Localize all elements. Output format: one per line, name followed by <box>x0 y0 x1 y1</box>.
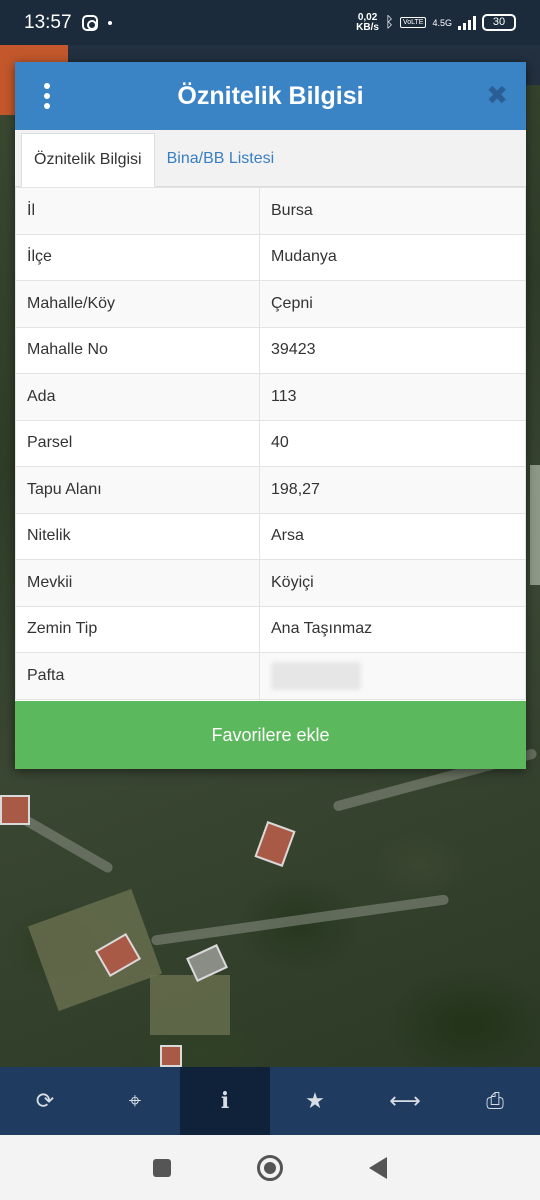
table-row: İl Bursa <box>15 187 526 235</box>
toolbar-print-button[interactable]: ⎙ <box>450 1067 540 1135</box>
dialog-title: Öznitelik Bilgisi <box>177 81 364 110</box>
toolbar-info-button[interactable]: i <box>180 1067 270 1135</box>
crosshair-icon: ⌖ <box>128 1088 142 1114</box>
attribute-value: 39423 <box>259 326 526 374</box>
status-bar: 13:57 0,02 KB/s ᛒ VoLTE 4.5G 30 <box>0 0 540 45</box>
attribute-key: Pafta <box>15 652 260 700</box>
tab-bar: Öznitelik Bilgisi Bina/BB Listesi <box>15 130 526 187</box>
attribute-value <box>259 652 526 700</box>
dialog-header: Öznitelik Bilgisi ✖ <box>15 62 526 130</box>
attribute-key: İlçe <box>15 233 260 281</box>
tab-building-list[interactable]: Bina/BB Listesi <box>155 132 287 186</box>
attribute-key: Mahalle/Köy <box>15 280 260 328</box>
table-row: Parsel 40 <box>15 419 526 467</box>
more-options-icon[interactable] <box>43 83 51 109</box>
attribute-key: Ada <box>15 373 260 421</box>
attribute-key: Tapu Alanı <box>15 466 260 514</box>
attribute-key: Zemin Tip <box>15 605 260 653</box>
attribute-dialog: Öznitelik Bilgisi ✖ Öznitelik Bilgisi Bi… <box>15 62 526 769</box>
status-time: 13:57 <box>24 11 72 33</box>
notification-dot-icon <box>107 20 112 25</box>
toolbar-star-button[interactable]: ★ <box>270 1067 360 1135</box>
table-row: Mahalle/Köy Çepni <box>15 280 526 328</box>
attribute-value: 198,27 <box>259 466 526 514</box>
toolbar-refresh-button[interactable]: ⟳ <box>0 1067 90 1135</box>
attribute-value: Çepni <box>259 280 526 328</box>
table-row: İlçe Mudanya <box>15 233 526 281</box>
attribute-key: Mevkii <box>15 559 260 607</box>
attribute-value: Köyiçi <box>259 559 526 607</box>
close-icon[interactable]: ✖ <box>486 82 508 110</box>
attribute-value: 113 <box>259 373 526 421</box>
attribute-key: Mahalle No <box>15 326 260 374</box>
back-button[interactable] <box>369 1156 387 1179</box>
toolbar-crosshair-button[interactable]: ⌖ <box>90 1067 180 1135</box>
add-to-favorites-button[interactable]: Favorilere ekle <box>15 701 526 769</box>
attribute-key: Nitelik <box>15 512 260 560</box>
info-icon: i <box>220 1088 230 1114</box>
table-row: Nitelik Arsa <box>15 512 526 560</box>
volte-icon: VoLTE <box>399 17 427 28</box>
map-toolbar: ⟳ ⌖ i ★ ⟷ ⎙ <box>0 1067 540 1135</box>
instagram-icon <box>81 14 98 31</box>
toolbar-arrows-horizontal-button[interactable]: ⟷ <box>360 1067 450 1135</box>
attribute-key: İl <box>15 187 260 235</box>
android-nav-bar <box>0 1135 540 1200</box>
bluetooth-icon: ᛒ <box>384 14 394 31</box>
attribute-value: Arsa <box>259 512 526 560</box>
table-row: Mevkii Köyiçi <box>15 559 526 607</box>
attribute-value: Mudanya <box>259 233 526 281</box>
table-row: Pafta <box>15 652 526 700</box>
attribute-table: İl Bursa İlçe Mudanya Mahalle/Köy Çepni Mahall… <box>15 187 526 700</box>
attribute-value: Bursa <box>259 187 526 235</box>
network-type: 4.5G <box>432 17 452 28</box>
attribute-key: Parsel <box>15 419 260 467</box>
print-icon: ⎙ <box>486 1088 504 1114</box>
table-row: Tapu Alanı 198,27 <box>15 466 526 514</box>
table-row: Ada 113 <box>15 373 526 421</box>
network-speed: 0,02 KB/s <box>356 11 379 33</box>
table-row: Zemin Tip Ana Taşınmaz <box>15 605 526 653</box>
home-button[interactable] <box>257 1154 283 1181</box>
signal-icon <box>458 15 476 30</box>
refresh-icon: ⟳ <box>35 1088 55 1114</box>
tab-attribute-info[interactable]: Öznitelik Bilgisi <box>21 133 155 187</box>
table-row: Mahalle No 39423 <box>15 326 526 374</box>
arrows-horizontal-icon: ⟷ <box>389 1088 421 1114</box>
battery-level: 30 <box>492 16 506 28</box>
star-icon: ★ <box>305 1088 325 1114</box>
redacted-value <box>271 661 361 690</box>
attribute-value: 40 <box>259 419 526 467</box>
recent-apps-button[interactable] <box>153 1158 171 1177</box>
attribute-value: Ana Taşınmaz <box>259 605 526 653</box>
battery-icon: 30 <box>482 14 516 31</box>
